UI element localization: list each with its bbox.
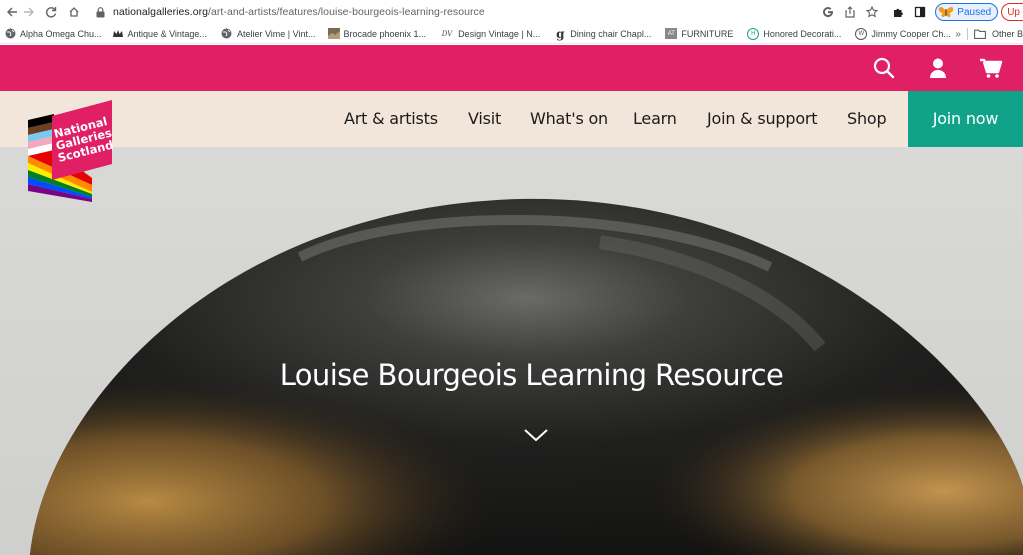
circle-w-icon: W (855, 27, 868, 40)
bookmarks-divider (966, 28, 968, 40)
update-button[interactable]: Up (1001, 3, 1023, 21)
profile-button[interactable]: Paused (935, 3, 999, 21)
primary-nav-menu: Art & artists Visit What's on Learn Join… (0, 91, 908, 147)
bookmark-label: Brocade phoenix 1... (343, 28, 427, 39)
hero-title: Louise Bourgeois Learning Resource (279, 358, 784, 392)
bookmarks-overflow-button[interactable]: » (955, 29, 961, 40)
bookmark-label: Antique & Vintage... (127, 28, 207, 39)
bookmark-label: FURNITURE (681, 28, 734, 39)
nav-whats-on[interactable]: What's on (530, 91, 608, 147)
at-icon: AT (665, 28, 678, 39)
bookmark-item[interactable]: Antique & Vintage... (108, 24, 211, 44)
address-bar[interactable]: nationalgalleries.org/art-and-artists/fe… (113, 6, 485, 18)
url-path: /art-and-artists/features/louise-bourgeo… (208, 6, 485, 18)
back-icon[interactable] (3, 2, 20, 22)
bookmarks-right: » Other B (955, 24, 1023, 44)
share-icon[interactable] (839, 2, 861, 22)
reload-icon[interactable] (42, 2, 59, 22)
bookmark-label: Alpha Omega Chu... (20, 28, 102, 39)
dv-icon: DV (441, 29, 453, 38)
sculpture-image (0, 147, 1023, 555)
bookmark-item[interactable]: Alpha Omega Chu... (0, 24, 106, 44)
circle-h-icon: H (747, 27, 760, 40)
image-icon (327, 28, 340, 40)
sidebar-icon[interactable] (909, 2, 931, 22)
globe-icon (4, 28, 16, 40)
lock-icon[interactable] (96, 6, 105, 18)
google-icon[interactable] (817, 2, 839, 22)
bookmark-item[interactable]: Atelier Vime | Vint... (217, 24, 320, 44)
chevron-down-icon[interactable] (523, 427, 549, 443)
bookmark-item[interactable]: Brocade phoenix 1... (324, 24, 431, 44)
folder-icon (974, 29, 986, 39)
nav-learn[interactable]: Learn (633, 91, 677, 147)
cart-icon[interactable] (979, 56, 1003, 80)
forward-icon[interactable] (20, 2, 37, 22)
nav-visit[interactable]: Visit (468, 91, 501, 147)
star-icon[interactable] (861, 2, 883, 22)
bookmark-label: Dining chair Chapl... (570, 28, 652, 39)
bookmark-label: Design Vintage | N... (458, 28, 541, 39)
nav-art-and-artists[interactable]: Art & artists (344, 91, 438, 147)
g-icon: g (556, 26, 565, 41)
search-icon[interactable] (872, 56, 896, 80)
bookmarks-bar: Alpha Omega Chu... Antique & Vintage... … (0, 24, 1023, 44)
url-host: nationalgalleries.org (113, 6, 209, 18)
site-utility-bar (0, 45, 1023, 91)
bookmark-label: Atelier Vime | Vint... (236, 28, 316, 39)
join-now-button[interactable]: Join now (908, 91, 1023, 147)
browser-actions: Paused Up (817, 2, 1023, 22)
extensions-icon[interactable] (887, 2, 909, 22)
bookmark-item[interactable]: DV Design Vintage | N... (436, 24, 544, 44)
other-bookmarks-button[interactable]: Other B (992, 29, 1023, 39)
crown-icon (112, 28, 124, 40)
bookmark-item[interactable]: AT FURNITURE (661, 24, 737, 44)
profile-status: Paused (957, 6, 992, 18)
home-icon[interactable] (65, 2, 82, 22)
user-icon[interactable] (926, 56, 950, 80)
browser-toolbar: nationalgalleries.org/art-and-artists/fe… (0, 0, 1023, 24)
globe-icon (221, 28, 233, 40)
nav-join-and-support[interactable]: Join & support (707, 91, 818, 147)
nav-shop[interactable]: Shop (847, 91, 887, 147)
bookmark-item[interactable]: H Honored Decorati... (743, 24, 845, 44)
bookmark-label: Jimmy Cooper Ch... (871, 28, 951, 39)
national-galleries-scotland-logo[interactable]: National Galleries Scotland (26, 98, 122, 202)
bookmark-label: Honored Decorati... (763, 28, 842, 39)
bookmark-item[interactable]: g Dining chair Chapl... (550, 24, 655, 44)
hero-banner: Louise Bourgeois Learning Resource (0, 147, 1023, 555)
bookmark-item[interactable]: W Jimmy Cooper Ch... (851, 24, 955, 44)
butterfly-icon (938, 6, 954, 18)
